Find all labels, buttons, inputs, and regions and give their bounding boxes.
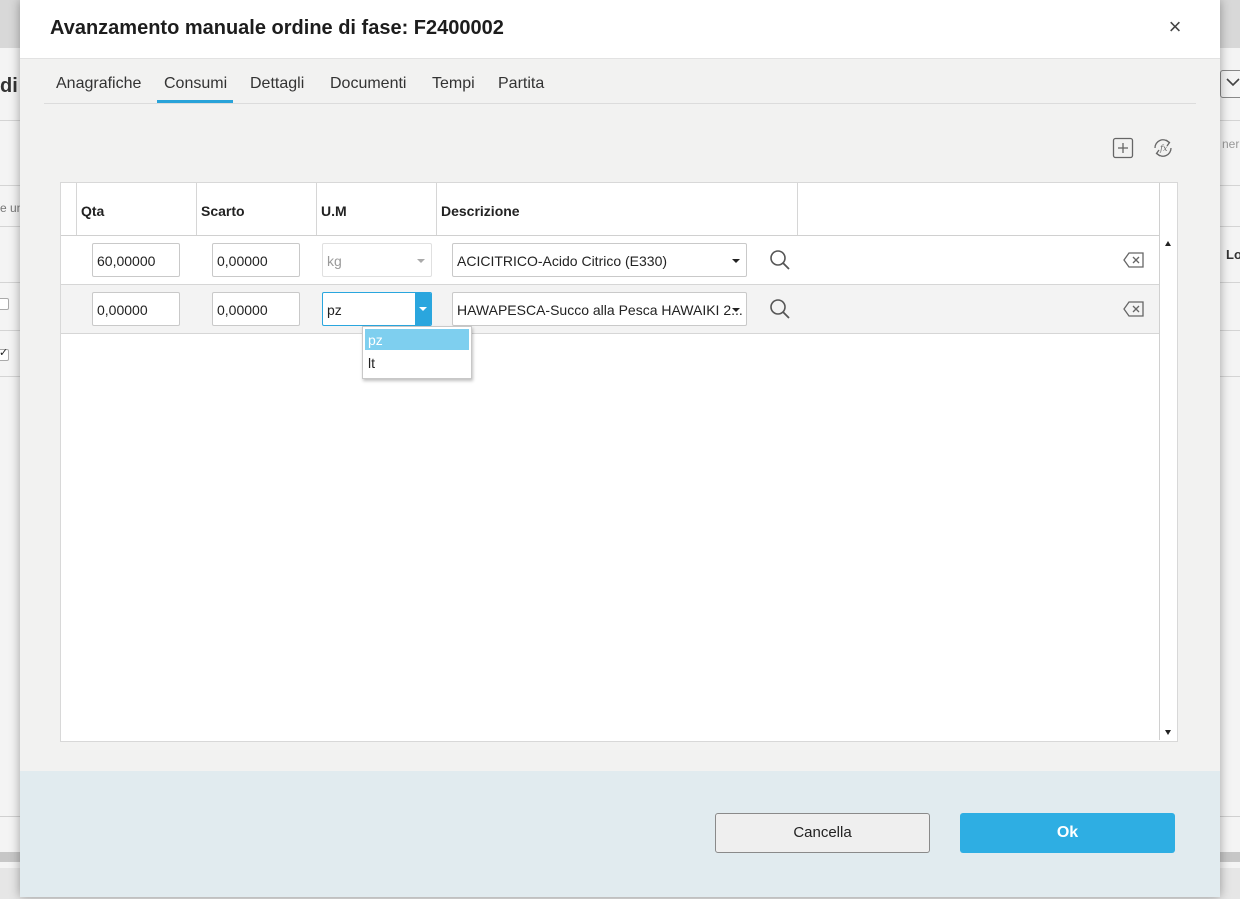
close-icon[interactable]: × (1164, 14, 1186, 40)
background-text-fragment: ner (1222, 137, 1240, 151)
dialog-title: Avanzamento manuale ordine di fase: F240… (50, 17, 504, 39)
scroll-down-icon[interactable] (1165, 730, 1171, 735)
tab-dettagli[interactable]: Dettagli (250, 75, 304, 93)
caret-down-icon (417, 259, 425, 263)
cancel-button[interactable]: Cancella (715, 813, 930, 853)
grid-header-corner (1159, 183, 1177, 236)
table-row: 60,00000 0,00000 kg ACICITRICO-Acido Cit… (61, 236, 1159, 285)
grid-scrollbar[interactable] (1159, 235, 1177, 740)
descrizione-select-value: ACICITRICO-Acido Citrico (E330) (457, 253, 668, 269)
qta-input[interactable]: 0,00000 (92, 292, 180, 326)
background-column-header-fragment: Lo (1226, 247, 1240, 262)
column-separator (797, 183, 798, 235)
svg-text:fx: fx (1159, 144, 1168, 153)
um-option-lt[interactable]: lt (365, 352, 469, 373)
search-icon[interactable] (768, 297, 792, 326)
descrizione-select[interactable]: ACICITRICO-Acido Citrico (E330) (452, 243, 747, 277)
column-header-scarto[interactable]: Scarto (201, 203, 245, 219)
caret-down-icon (732, 259, 740, 263)
background-checkbox[interactable] (0, 298, 9, 310)
scarto-input[interactable]: 0,00000 (212, 243, 300, 277)
ok-button[interactable]: Ok (960, 813, 1175, 853)
descrizione-select[interactable]: HAWAPESCA-Succo alla Pesca HAWAIKI 2... (452, 292, 747, 326)
tab-partita[interactable]: Partita (498, 75, 544, 93)
dropdown-arrow-icon[interactable] (415, 293, 431, 325)
scarto-input[interactable]: 0,00000 (212, 292, 300, 326)
chevron-down-icon (1226, 78, 1240, 87)
um-select[interactable]: pz (322, 292, 432, 326)
consumption-grid: Qta Scarto U.M Descrizione 60,00000 0,00… (60, 182, 1178, 742)
column-header-um[interactable]: U.M (321, 203, 347, 219)
background-checkbox-checked[interactable] (0, 346, 9, 361)
tab-bar: Anagrafiche Consumi Dettagli Documenti T… (44, 59, 1196, 104)
grid-header: Qta Scarto U.M Descrizione (61, 183, 1159, 236)
formula-refresh-icon[interactable]: fx (1152, 137, 1174, 159)
table-row: 0,00000 0,00000 pz HAWAPESCA-Succo alla … (61, 285, 1159, 334)
column-header-descrizione[interactable]: Descrizione (441, 203, 520, 219)
um-select-value: kg (327, 253, 342, 269)
delete-row-icon[interactable] (1123, 252, 1145, 273)
column-header-qta[interactable]: Qta (81, 203, 104, 219)
dialog-header: Avanzamento manuale ordine di fase: F240… (20, 0, 1220, 59)
um-dropdown-list: pz lt (362, 326, 472, 379)
tab-anagrafiche[interactable]: Anagrafiche (56, 75, 141, 93)
tab-consumi[interactable]: Consumi (164, 75, 227, 93)
um-select-value: pz (327, 302, 342, 318)
search-icon[interactable] (768, 248, 792, 277)
column-separator (196, 183, 197, 235)
um-option-pz[interactable]: pz (365, 329, 469, 350)
active-tab-indicator (157, 100, 233, 103)
um-select-disabled: kg (322, 243, 432, 277)
manual-progress-dialog: Avanzamento manuale ordine di fase: F240… (20, 0, 1220, 897)
column-separator (436, 183, 437, 235)
add-square-icon[interactable] (1112, 137, 1134, 159)
caret-down-icon (732, 308, 740, 312)
column-separator (316, 183, 317, 235)
descrizione-select-value: HAWAPESCA-Succo alla Pesca HAWAIKI 2... (457, 302, 743, 318)
tab-documenti[interactable]: Documenti (330, 75, 406, 93)
column-separator (76, 183, 77, 235)
scroll-up-icon[interactable] (1165, 241, 1171, 246)
background-dropdown-button[interactable] (1220, 70, 1240, 98)
tab-tempi[interactable]: Tempi (432, 75, 475, 93)
delete-row-icon[interactable] (1123, 301, 1145, 322)
qta-input[interactable]: 60,00000 (92, 243, 180, 277)
dialog-footer: Cancella Ok (20, 771, 1220, 897)
